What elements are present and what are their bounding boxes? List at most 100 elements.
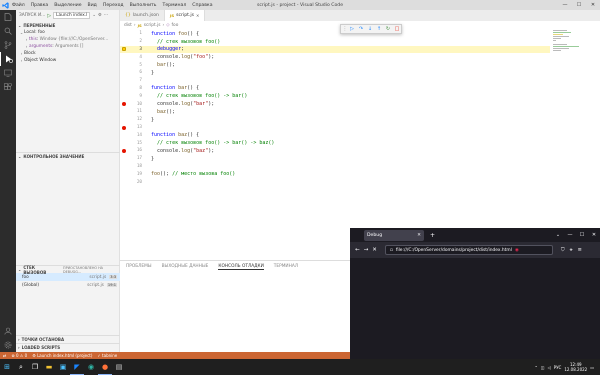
settings-gear-icon[interactable]: ⚙	[98, 13, 102, 18]
maximize-icon[interactable]: ☐	[572, 0, 586, 10]
settings-gear-icon[interactable]	[0, 338, 16, 352]
code-line[interactable]: 4 console.log("foo");	[120, 53, 550, 61]
clock[interactable]: 12:49 12.08.2022	[564, 362, 587, 372]
code-line[interactable]: 5 bar();	[120, 61, 550, 69]
scope-global[interactable]: › Object Window	[16, 57, 119, 64]
scope-local[interactable]: ⌄ Local: foo	[16, 29, 119, 36]
line-number[interactable]: 12	[120, 117, 144, 122]
line-number[interactable]: 2	[120, 39, 144, 44]
stop-icon[interactable]: □	[393, 25, 401, 33]
menu-help[interactable]: Справка	[192, 3, 212, 8]
line-number[interactable]: 8	[120, 86, 144, 91]
tab-debug-console[interactable]: КОНСОЛЬ ОТЛАДКИ	[218, 264, 264, 270]
task-view-icon[interactable]: ❐	[28, 359, 42, 375]
code-line[interactable]: 12}	[120, 116, 550, 124]
minimap[interactable]	[553, 30, 593, 80]
problems-count[interactable]: ⊗ 0 ⚠ 0	[11, 353, 27, 358]
forward-arrow-icon[interactable]: →	[364, 247, 369, 253]
menu-selection[interactable]: Выделение	[54, 3, 81, 8]
file-explorer-icon[interactable]: ▬	[42, 359, 56, 375]
chevron-down-icon[interactable]: ⌄	[552, 228, 564, 242]
code-line[interactable]: 17}	[120, 155, 550, 163]
menu-go[interactable]: Переход	[103, 3, 124, 8]
code-line[interactable]: 15 // стек вызовов foo() -> bar() -> baz…	[120, 139, 550, 147]
remote-indicator-icon[interactable]: ⇄	[3, 353, 6, 358]
url-bar[interactable]: ▫ file:///C:/OpenServer/domains/project/…	[384, 245, 553, 255]
line-number[interactable]: 5	[120, 63, 144, 68]
breadcrumb-file[interactable]: script.js	[144, 23, 161, 28]
close-tab-icon[interactable]: ✕	[196, 13, 199, 18]
menu-run[interactable]: Выполнить	[130, 3, 157, 8]
store-icon[interactable]: ▣	[56, 359, 70, 375]
tray-chevron-icon[interactable]: ⌃	[534, 365, 537, 370]
line-number[interactable]: 11	[120, 109, 144, 114]
tab-terminal[interactable]: ТЕРМИНАЛ	[274, 264, 298, 269]
watch-section-header[interactable]: ⌄ КОНТРОЛЬНОЕ ЗНАЧЕНИЕ	[16, 152, 120, 160]
line-number[interactable]: 18	[120, 164, 144, 169]
line-number[interactable]: 6	[120, 70, 144, 75]
line-number[interactable]: 13	[120, 125, 144, 130]
input-language[interactable]: РУС	[554, 365, 562, 370]
code-editor[interactable]: 1 function foo() {2 // стек вызовов foo()…	[120, 30, 550, 260]
run-debug-icon[interactable]	[0, 52, 16, 66]
network-icon[interactable]: ◫	[541, 365, 545, 370]
callstack-section-header[interactable]: ⌄ СТЕК ВЫЗОВОВ ПРИОСТАНОВЛЕНО НА DEBUGG.…	[16, 265, 120, 275]
scope-block[interactable]: › Block	[16, 50, 119, 57]
code-line[interactable]: 3 debugger;	[120, 45, 550, 54]
code-line[interactable]: 7	[120, 77, 550, 85]
volume-icon[interactable]: ◁	[548, 365, 551, 370]
restart-icon[interactable]: ↻	[384, 25, 392, 33]
new-tab-icon[interactable]: +	[430, 232, 435, 239]
code-line[interactable]: 1 function foo() {	[120, 30, 550, 38]
line-number[interactable]: 4	[120, 55, 144, 60]
breadcrumb-folder[interactable]: dist	[124, 23, 132, 28]
line-number[interactable]: 1	[120, 31, 144, 36]
line-number[interactable]: 9	[120, 94, 144, 99]
minimize-icon[interactable]: —	[564, 228, 576, 242]
line-number[interactable]: 14	[120, 133, 144, 138]
tab-problems[interactable]: ПРОБЛЕМЫ	[126, 264, 152, 269]
line-number[interactable]: 20	[120, 180, 144, 185]
notifications-icon[interactable]: ▭	[590, 365, 594, 370]
remote-explorer-icon[interactable]	[0, 66, 16, 80]
variable-row[interactable]: › this: Window {file:///C:/OpenServer...	[16, 36, 119, 43]
menu-icon[interactable]: ≡	[578, 247, 582, 253]
close-icon[interactable]: ✕	[588, 228, 600, 242]
stop-loading-icon[interactable]: ✕	[372, 247, 377, 253]
code-line[interactable]: 9 // стек вызовов foo() -> bar()	[120, 92, 550, 100]
explorer-icon[interactable]	[0, 10, 16, 24]
code-line[interactable]: 18	[120, 163, 550, 171]
variables-section-header[interactable]: ⌄ ПЕРЕМЕННЫЕ	[16, 21, 119, 29]
line-number[interactable]: 7	[120, 78, 144, 83]
extensions-icon[interactable]	[0, 80, 16, 94]
menu-edit[interactable]: Правка	[31, 3, 48, 8]
code-line[interactable]: 8 function bar() {	[120, 85, 550, 93]
terminal-icon[interactable]: ▤	[112, 359, 126, 375]
code-line[interactable]: 14 function baz() {	[120, 131, 550, 139]
code-line[interactable]: 13	[120, 124, 550, 132]
code-line[interactable]: 2 // стек вызовов foo()	[120, 38, 550, 46]
start-icon[interactable]: ⊞	[0, 359, 14, 375]
edge-icon[interactable]: ◉	[84, 359, 98, 375]
line-number[interactable]: 17	[120, 156, 144, 161]
pocket-icon[interactable]: ⛉	[561, 247, 565, 253]
code-line[interactable]: 16 console.log("baz");	[120, 147, 550, 155]
code-line[interactable]: 6}	[120, 69, 550, 77]
drag-handle-icon[interactable]: ⋮	[343, 25, 348, 33]
more-actions-icon[interactable]: ···	[104, 13, 108, 18]
search-icon[interactable]: ⌕	[14, 359, 28, 375]
line-number[interactable]: 10	[120, 102, 144, 107]
browser-tab[interactable]: Debug ✕	[364, 229, 424, 241]
vscode-taskbar-icon[interactable]: ◤	[70, 359, 84, 375]
step-into-icon[interactable]: ↓	[366, 25, 374, 33]
menu-view[interactable]: Вид	[88, 3, 97, 8]
tab-script-js[interactable]: JS script.js ✕	[164, 10, 206, 21]
maximize-icon[interactable]: ☐	[576, 228, 588, 242]
line-number[interactable]: 3	[120, 47, 144, 52]
step-out-icon[interactable]: ↑	[375, 25, 383, 33]
account-icon[interactable]	[0, 324, 16, 338]
chevron-down-icon[interactable]: ⌄	[92, 13, 96, 18]
variable-row[interactable]: › arguments: Arguments []	[16, 43, 119, 50]
breakpoints-section-header[interactable]: › ТОЧКИ ОСТАНОВА	[16, 335, 120, 343]
minimize-icon[interactable]: —	[558, 0, 572, 10]
